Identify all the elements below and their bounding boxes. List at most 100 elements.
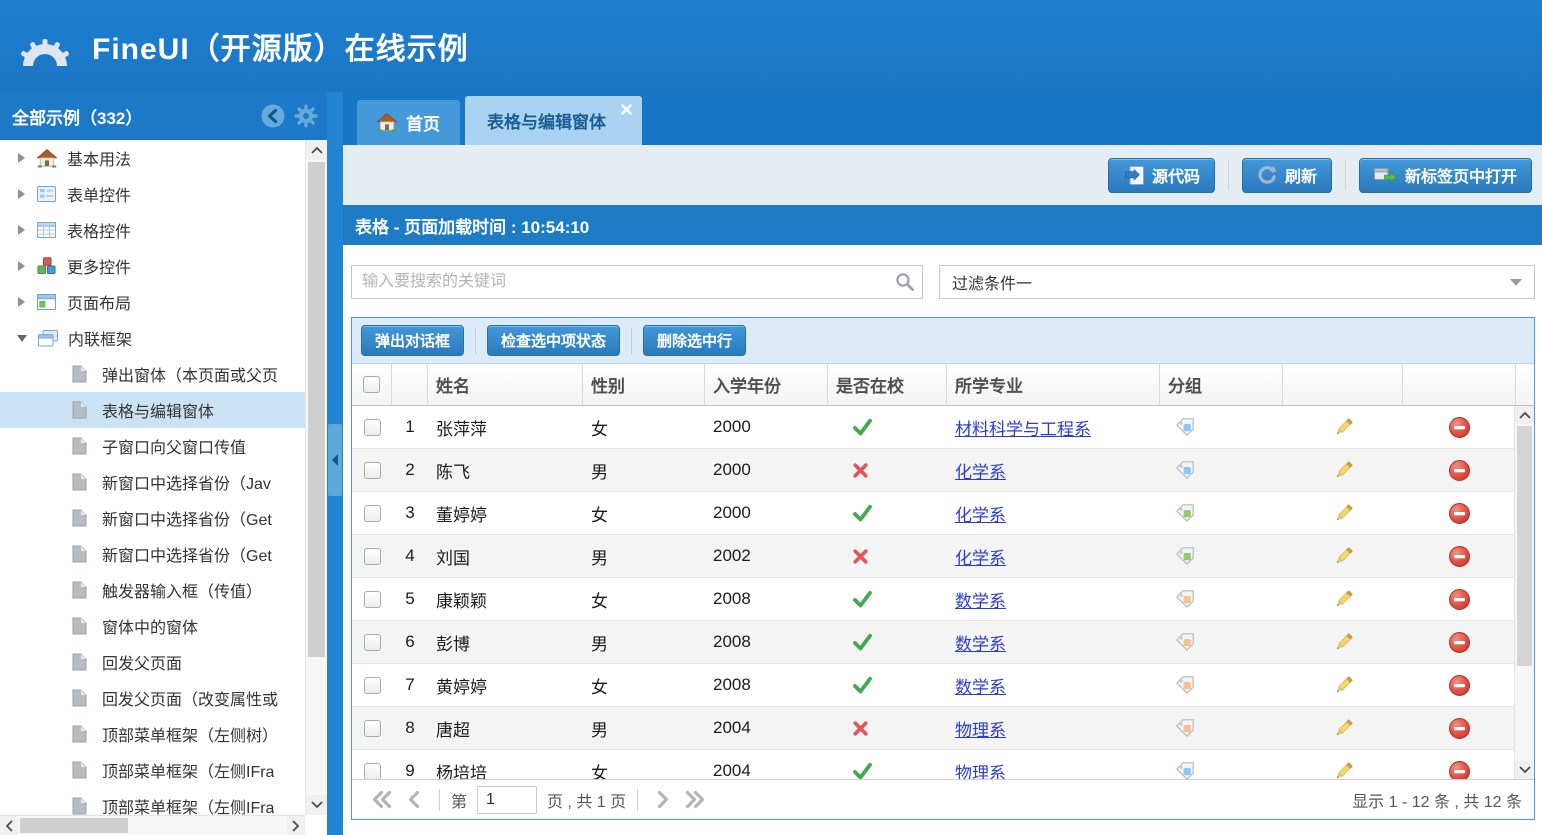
scroll-up-icon[interactable] (306, 140, 327, 160)
delete-icon[interactable] (1448, 416, 1471, 439)
edit-pencil-icon[interactable] (1333, 675, 1354, 696)
expand-arrow-icon[interactable] (18, 261, 25, 271)
column-header-empty[interactable] (392, 364, 428, 405)
delete-icon[interactable] (1448, 459, 1471, 482)
sidebar-tree-item[interactable]: 内联框架 (0, 320, 305, 356)
source-code-button[interactable]: 源代码 (1108, 158, 1215, 193)
delete-icon[interactable] (1448, 674, 1471, 697)
row-checkbox[interactable] (364, 634, 381, 651)
column-header-empty[interactable] (1283, 364, 1403, 405)
last-page-icon[interactable] (684, 790, 706, 809)
select-all-header[interactable] (352, 364, 392, 405)
major-link[interactable]: 物理系 (955, 716, 1006, 741)
sidebar-tree-child[interactable]: 表格与编辑窗体 (0, 392, 305, 428)
delete-icon[interactable] (1448, 760, 1471, 780)
expand-arrow-icon[interactable] (17, 335, 27, 342)
scrollbar-thumb[interactable] (308, 162, 325, 657)
sidebar-splitter[interactable] (327, 92, 343, 835)
tab-home[interactable]: 首页 (357, 100, 460, 145)
search-input[interactable] (352, 266, 922, 298)
delete-icon[interactable] (1448, 502, 1471, 525)
major-link[interactable]: 材料科学与工程系 (955, 415, 1091, 440)
scrollbar-thumb[interactable] (20, 818, 128, 833)
open-new-tab-button[interactable]: 新标签页中打开 (1359, 158, 1532, 193)
expand-arrow-icon[interactable] (18, 297, 25, 307)
magnifier-icon[interactable] (895, 272, 915, 292)
scroll-left-icon[interactable] (0, 816, 18, 835)
sidebar-tree-item[interactable]: 基本用法 (0, 140, 305, 176)
scroll-right-icon[interactable] (287, 816, 305, 835)
check-selection-button[interactable]: 检查选中项状态 (487, 325, 620, 356)
column-header[interactable]: 入学年份 (705, 364, 828, 405)
sidebar-tree-child[interactable]: 顶部菜单框架（左侧树） (0, 716, 305, 752)
row-checkbox[interactable] (364, 548, 381, 565)
column-header[interactable]: 分组 (1160, 364, 1283, 405)
major-link[interactable]: 物理系 (955, 759, 1006, 780)
scrollbar-thumb[interactable] (1517, 426, 1532, 666)
sidebar-vertical-scrollbar[interactable] (305, 140, 327, 815)
expand-arrow-icon[interactable] (18, 153, 25, 163)
edit-pencil-icon[interactable] (1333, 503, 1354, 524)
sidebar-tree-child[interactable]: 回发父页面 (0, 644, 305, 680)
sidebar-tree-child[interactable]: 弹出窗体（本页面或父页 (0, 356, 305, 392)
open-dialog-button[interactable]: 弹出对话框 (361, 325, 464, 356)
expand-arrow-icon[interactable] (18, 189, 25, 199)
edit-pencil-icon[interactable] (1333, 417, 1354, 438)
close-icon[interactable] (620, 101, 634, 115)
sidebar-tree-item[interactable]: 表单控件 (0, 176, 305, 212)
edit-pencil-icon[interactable] (1333, 589, 1354, 610)
collapse-circle-icon[interactable] (260, 103, 286, 129)
scroll-down-icon[interactable] (306, 795, 327, 815)
sidebar-tree-child[interactable]: 新窗口中选择省份（Get (0, 500, 305, 536)
sidebar-tree-child[interactable]: 回发父页面（改变属性或 (0, 680, 305, 716)
column-header[interactable]: 是否在校 (828, 364, 947, 405)
grid-vertical-scrollbar[interactable] (1514, 406, 1534, 779)
sidebar-tree-child[interactable]: 顶部菜单框架（左侧IFra (0, 788, 305, 815)
major-link[interactable]: 数学系 (955, 630, 1006, 655)
sidebar-tree-child[interactable]: 触发器输入框（传值） (0, 572, 305, 608)
delete-selected-button[interactable]: 删除选中行 (643, 325, 746, 356)
edit-pencil-icon[interactable] (1333, 460, 1354, 481)
row-checkbox[interactable] (364, 720, 381, 737)
delete-icon[interactable] (1448, 631, 1471, 654)
sidebar-horizontal-scrollbar[interactable] (0, 815, 305, 835)
scroll-up-icon[interactable] (1515, 406, 1534, 424)
row-checkbox[interactable] (364, 462, 381, 479)
scroll-down-icon[interactable] (1515, 761, 1534, 779)
edit-pencil-icon[interactable] (1333, 546, 1354, 567)
column-header[interactable]: 性别 (583, 364, 705, 405)
prev-page-icon[interactable] (407, 790, 421, 809)
column-header-empty[interactable] (1403, 364, 1516, 405)
page-number-input[interactable] (477, 786, 537, 814)
expand-arrow-icon[interactable] (18, 225, 25, 235)
edit-pencil-icon[interactable] (1333, 632, 1354, 653)
filter-dropdown[interactable]: 过滤条件一 (939, 265, 1535, 299)
sidebar-tree-item[interactable]: 更多控件 (0, 248, 305, 284)
column-header[interactable]: 姓名 (428, 364, 583, 405)
first-page-icon[interactable] (371, 790, 393, 809)
tab-active[interactable]: 表格与编辑窗体 (465, 96, 642, 145)
sidebar-tree-child[interactable]: 窗体中的窗体 (0, 608, 305, 644)
sidebar-tree-child[interactable]: 顶部菜单框架（左侧IFra (0, 752, 305, 788)
sidebar-tree-item[interactable]: 表格控件 (0, 212, 305, 248)
select-all-checkbox[interactable] (363, 376, 380, 393)
edit-pencil-icon[interactable] (1333, 718, 1354, 739)
edit-pencil-icon[interactable] (1333, 761, 1354, 780)
row-checkbox[interactable] (364, 763, 381, 780)
major-link[interactable]: 化学系 (955, 501, 1006, 526)
refresh-button[interactable]: 刷新 (1242, 158, 1332, 193)
sidebar-tree-child[interactable]: 子窗口向父窗口传值 (0, 428, 305, 464)
major-link[interactable]: 化学系 (955, 458, 1006, 483)
next-page-icon[interactable] (656, 790, 670, 809)
delete-icon[interactable] (1448, 588, 1471, 611)
delete-icon[interactable] (1448, 545, 1471, 568)
column-header[interactable]: 所学专业 (947, 364, 1160, 405)
sidebar-tree-item[interactable]: 页面布局 (0, 284, 305, 320)
major-link[interactable]: 数学系 (955, 587, 1006, 612)
sidebar-tree-child[interactable]: 新窗口中选择省份（Jav (0, 464, 305, 500)
major-link[interactable]: 数学系 (955, 673, 1006, 698)
row-checkbox[interactable] (364, 591, 381, 608)
gear-icon[interactable] (293, 103, 319, 129)
sidebar-tree-child[interactable]: 新窗口中选择省份（Get (0, 536, 305, 572)
splitter-collapse-handle[interactable] (328, 424, 342, 496)
